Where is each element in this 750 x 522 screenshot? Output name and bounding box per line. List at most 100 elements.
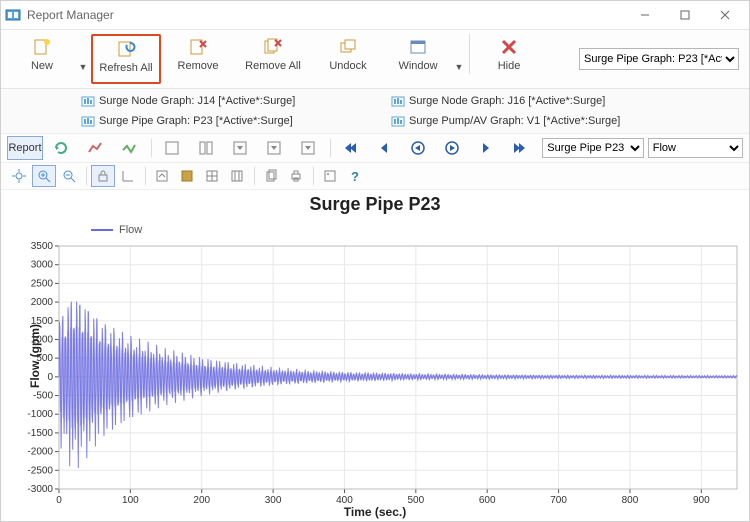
svg-text:-1500: -1500 [27, 428, 53, 439]
axis-lock-button[interactable] [91, 165, 115, 187]
separator [254, 167, 255, 185]
settings-1-button[interactable] [156, 136, 188, 160]
maximize-button[interactable] [665, 1, 705, 29]
remove-all-button[interactable]: Remove All [235, 34, 311, 84]
window-title: Report Manager [27, 8, 625, 22]
remove-all-label: Remove All [245, 60, 301, 72]
app-window: Report Manager New ▼ Refresh All Remove … [0, 0, 750, 522]
tab-label: Surge Node Graph: J14 [*Active*:Surge] [99, 95, 295, 107]
new-label: New [31, 60, 53, 72]
close-button[interactable] [705, 1, 745, 29]
pipe-select[interactable]: Surge Pipe P23 [542, 138, 644, 158]
options-button[interactable] [318, 165, 342, 187]
export-button[interactable] [150, 165, 174, 187]
svg-text:1500: 1500 [31, 316, 54, 327]
minimize-button[interactable] [625, 1, 665, 29]
zoom-in-button[interactable] [32, 165, 56, 187]
undock-label: Undock [329, 60, 366, 72]
first-button[interactable] [334, 136, 366, 160]
graph-selector-select[interactable]: Surge Pipe Graph: P23 [*Active* [579, 48, 739, 70]
dropdown-1[interactable] [224, 136, 256, 160]
next-button[interactable] [470, 136, 502, 160]
svg-text:-2500: -2500 [27, 465, 53, 476]
svg-text:-1000: -1000 [27, 409, 53, 420]
prev-button[interactable] [368, 136, 400, 160]
svg-text:3500: 3500 [31, 241, 54, 252]
tab-label: Surge Pump/AV Graph: V1 [*Active*:Surge] [409, 115, 620, 127]
remove-icon [188, 37, 208, 57]
dropdown-3[interactable] [292, 136, 324, 160]
new-split-button[interactable]: New ▼ [7, 34, 89, 84]
tab-surge-pipe-p23[interactable]: Surge Pipe Graph: P23 [*Active*:Surge] [81, 112, 381, 130]
tab-surge-node-j14[interactable]: Surge Node Graph: J14 [*Active*:Surge] [81, 92, 381, 110]
axis-auto-button[interactable] [116, 165, 140, 187]
grid-button[interactable] [225, 165, 249, 187]
svg-text:2500: 2500 [31, 278, 54, 289]
view-toolbar: ? [1, 163, 749, 190]
chart-area: Surge Pipe P23 Flow Flow (gpm) Time (sec… [1, 190, 749, 521]
play-back-button[interactable] [402, 136, 434, 160]
svg-text:1000: 1000 [31, 334, 54, 345]
svg-text:700: 700 [550, 495, 567, 506]
report-button[interactable]: Report [7, 136, 43, 160]
svg-text:-2000: -2000 [27, 447, 53, 458]
separator [145, 167, 146, 185]
svg-text:900: 900 [693, 495, 710, 506]
undock-button[interactable]: Undock [315, 34, 381, 84]
help-button[interactable]: ? [343, 165, 367, 187]
refresh-all-label: Refresh All [99, 62, 152, 74]
chart-type-button[interactable] [79, 136, 111, 160]
refresh-button[interactable] [45, 136, 77, 160]
svg-text:-500: -500 [33, 391, 53, 402]
window-label: Window [398, 60, 437, 72]
zoom-out-button[interactable] [57, 165, 81, 187]
report-toolbar: Report Surge Pipe P23 Flow [1, 134, 749, 163]
svg-text:2000: 2000 [31, 297, 54, 308]
separator [313, 167, 314, 185]
chart-plot: 0100200300400500600700800900-3000-2500-2… [1, 190, 749, 521]
svg-text:0: 0 [47, 372, 53, 383]
tab-label: Surge Node Graph: J16 [*Active*:Surge] [409, 95, 605, 107]
tab-label: Surge Pipe Graph: P23 [*Active*:Surge] [99, 115, 293, 127]
titlebar: Report Manager [1, 1, 749, 29]
svg-text:?: ? [351, 169, 359, 183]
hide-icon [499, 37, 519, 57]
svg-text:300: 300 [265, 495, 282, 506]
svg-text:3000: 3000 [31, 260, 54, 271]
new-dropdown-caret[interactable]: ▼ [77, 62, 89, 72]
last-button[interactable] [504, 136, 536, 160]
svg-text:0: 0 [56, 495, 62, 506]
report-icon [81, 114, 95, 128]
graph-selector[interactable]: Surge Pipe Graph: P23 [*Active* [579, 48, 739, 70]
window-icon [408, 37, 428, 57]
window-split-button[interactable]: Window ▼ [383, 34, 465, 84]
refresh-all-button[interactable]: Refresh All [91, 34, 161, 84]
remove-all-icon [263, 37, 283, 57]
print-button[interactable] [284, 165, 308, 187]
chart-sub-button[interactable] [113, 136, 145, 160]
open-reports-row: Surge Node Graph: J14 [*Active*:Surge] S… [1, 89, 749, 134]
settings-2-button[interactable] [190, 136, 222, 160]
pan-button[interactable] [7, 165, 31, 187]
remove-button[interactable]: Remove [165, 34, 231, 84]
save-button[interactable] [175, 165, 199, 187]
new-icon [32, 37, 52, 57]
svg-text:-3000: -3000 [27, 484, 53, 495]
property-select[interactable]: Flow [648, 138, 743, 158]
separator [151, 139, 152, 157]
refresh-icon [116, 39, 136, 59]
app-icon [5, 7, 21, 23]
table-button[interactable] [200, 165, 224, 187]
tab-surge-pump-v1[interactable]: Surge Pump/AV Graph: V1 [*Active*:Surge] [391, 112, 691, 130]
copy-button[interactable] [259, 165, 283, 187]
window-buttons [625, 1, 745, 29]
ribbon-separator [469, 34, 470, 74]
separator [330, 139, 331, 157]
tab-surge-node-j16[interactable]: Surge Node Graph: J16 [*Active*:Surge] [391, 92, 691, 110]
svg-text:500: 500 [407, 495, 424, 506]
play-fwd-button[interactable] [436, 136, 468, 160]
dropdown-2[interactable] [258, 136, 290, 160]
window-dropdown-caret[interactable]: ▼ [453, 62, 465, 72]
hide-button[interactable]: Hide [476, 34, 542, 84]
ribbon-toolbar: New ▼ Refresh All Remove Remove All Undo… [1, 29, 749, 89]
